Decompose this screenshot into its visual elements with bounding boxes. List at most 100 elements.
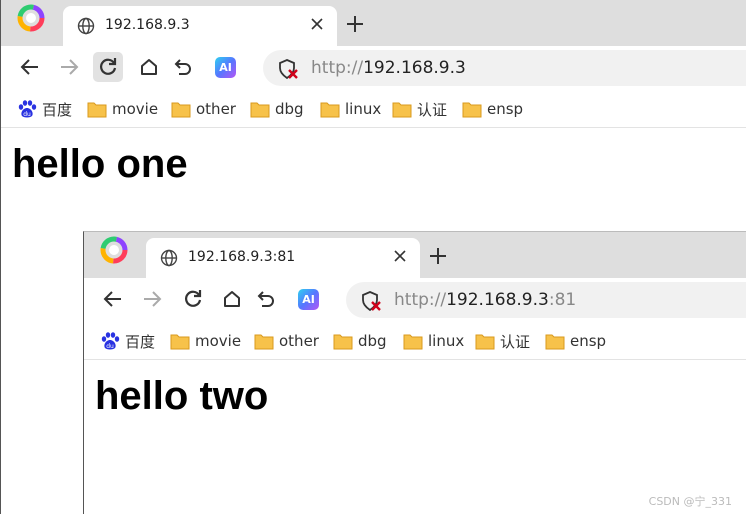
- ai-icon[interactable]: AI: [215, 57, 236, 78]
- tab-active[interactable]: 192.168.9.3: [63, 6, 337, 46]
- undo-button[interactable]: [250, 284, 280, 314]
- svg-text:du: du: [23, 111, 31, 118]
- svg-text:du: du: [106, 343, 114, 350]
- url-host: 192.168.9.3: [446, 290, 549, 310]
- address-bar[interactable]: http://192.168.9.3: [263, 50, 746, 86]
- folder-icon: [87, 102, 107, 117]
- undo-icon: [257, 291, 274, 307]
- bookmark-label: movie: [112, 100, 159, 118]
- bookmark-label: 百度: [42, 100, 73, 119]
- ai-label: AI: [219, 61, 232, 74]
- toolbar: AI http://192.168.9.3: [1, 46, 746, 90]
- bookmark-baidu[interactable]: du 百度: [17, 98, 72, 120]
- bookmark-label: dbg: [358, 332, 387, 350]
- home-icon: [141, 59, 157, 75]
- bookmark-linux[interactable]: linux: [403, 330, 464, 352]
- url-host: 192.168.9.3: [363, 58, 466, 78]
- title-bar: 192.168.9.3:81: [84, 232, 746, 278]
- ai-label: AI: [302, 293, 315, 306]
- forward-button[interactable]: [137, 284, 167, 314]
- bookmark-ensp[interactable]: ensp: [545, 330, 606, 352]
- browser-window-2: 192.168.9.3:81 AI http://192.168.9.3:81 …: [83, 231, 746, 514]
- page-heading: hello one: [12, 142, 188, 186]
- tab-title: 192.168.9.3:81: [188, 249, 296, 265]
- folder-icon: [403, 334, 423, 349]
- bookmark-label: ensp: [570, 332, 607, 350]
- watermark: CSDN @宁_331: [648, 495, 732, 508]
- globe-icon: [77, 17, 95, 35]
- bookmark-renzheng[interactable]: 认证: [392, 98, 447, 120]
- bookmark-movie[interactable]: movie: [170, 330, 241, 352]
- page-heading: hello two: [95, 374, 269, 418]
- browser-logo-icon: [17, 4, 45, 32]
- back-button[interactable]: [15, 52, 45, 82]
- reload-button[interactable]: [93, 52, 123, 82]
- forward-button[interactable]: [54, 52, 84, 82]
- title-bar: 192.168.9.3: [1, 0, 746, 46]
- folder-icon: [462, 102, 482, 117]
- baidu-paw-icon: du: [101, 332, 120, 350]
- forward-arrow-icon: [144, 291, 162, 307]
- folder-icon: [170, 334, 190, 349]
- close-icon[interactable]: [392, 248, 408, 264]
- folder-icon: [320, 102, 340, 117]
- shield-warning-icon[interactable]: [277, 58, 299, 80]
- tab-title: 192.168.9.3: [105, 17, 190, 33]
- bookmark-movie[interactable]: movie: [87, 98, 158, 120]
- bookmark-other[interactable]: other: [171, 98, 236, 120]
- address-bar[interactable]: http://192.168.9.3:81: [346, 282, 746, 318]
- baidu-paw-icon: du: [18, 100, 37, 118]
- folder-icon: [250, 102, 270, 117]
- bookmark-linux[interactable]: linux: [320, 98, 381, 120]
- toolbar: AI http://192.168.9.3:81: [84, 278, 746, 322]
- url-text[interactable]: http://192.168.9.3:81: [394, 290, 576, 310]
- bookmark-label: movie: [195, 332, 242, 350]
- home-icon: [224, 291, 240, 307]
- folder-icon: [171, 102, 191, 117]
- url-port: :81: [548, 290, 577, 310]
- reload-button[interactable]: [178, 284, 208, 314]
- bookmark-dbg[interactable]: dbg: [250, 98, 304, 120]
- bookmark-label: linux: [428, 332, 465, 350]
- home-button[interactable]: [134, 52, 164, 82]
- bookmark-renzheng[interactable]: 认证: [475, 330, 530, 352]
- home-button[interactable]: [217, 284, 247, 314]
- ai-icon[interactable]: AI: [298, 289, 319, 310]
- bookmark-label: 百度: [125, 332, 156, 351]
- forward-arrow-icon: [61, 59, 79, 75]
- bookmarks-bar: du 百度 movie other dbg linux 认证 ensp: [84, 322, 746, 360]
- page-content: hello two: [84, 360, 746, 514]
- bookmark-ensp[interactable]: ensp: [462, 98, 523, 120]
- bookmark-baidu[interactable]: du 百度: [100, 330, 155, 352]
- globe-icon: [160, 249, 178, 267]
- back-button[interactable]: [98, 284, 128, 314]
- plus-icon[interactable]: [345, 14, 365, 34]
- bookmark-label: 认证: [500, 332, 531, 351]
- browser-logo-icon: [100, 236, 128, 264]
- folder-icon: [333, 334, 353, 349]
- back-arrow-icon: [20, 59, 38, 75]
- tab-active[interactable]: 192.168.9.3:81: [146, 238, 420, 278]
- bookmarks-bar: du 百度 movie other dbg linux 认证 ensp: [1, 90, 746, 128]
- plus-icon[interactable]: [428, 246, 448, 266]
- bookmark-label: linux: [345, 100, 382, 118]
- reload-icon: [185, 290, 202, 307]
- close-icon[interactable]: [309, 16, 325, 32]
- back-arrow-icon: [103, 291, 121, 307]
- bookmark-label: ensp: [487, 100, 524, 118]
- folder-icon: [254, 334, 274, 349]
- url-protocol: http://: [311, 58, 364, 78]
- undo-icon: [174, 59, 191, 75]
- folder-icon: [475, 334, 495, 349]
- reload-icon: [100, 58, 117, 75]
- bookmark-label: dbg: [275, 100, 304, 118]
- bookmark-label: 认证: [417, 100, 448, 119]
- url-protocol: http://: [394, 290, 447, 310]
- undo-button[interactable]: [167, 52, 197, 82]
- url-text[interactable]: http://192.168.9.3: [311, 58, 466, 78]
- bookmark-dbg[interactable]: dbg: [333, 330, 387, 352]
- folder-icon: [392, 102, 412, 117]
- bookmark-other[interactable]: other: [254, 330, 319, 352]
- shield-warning-icon[interactable]: [360, 290, 382, 312]
- bookmark-label: other: [196, 100, 236, 118]
